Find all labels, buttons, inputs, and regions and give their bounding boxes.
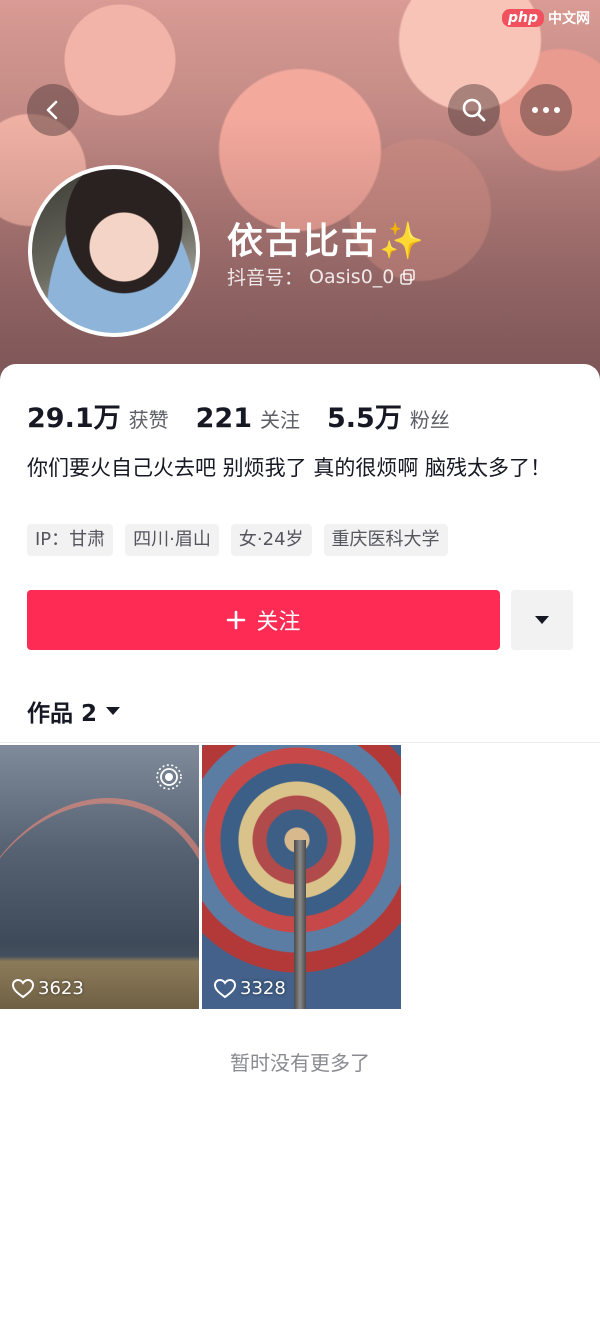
works-title-label: 作品 2 bbox=[27, 701, 98, 727]
video-thumbnail-2[interactable]: 3328 bbox=[202, 745, 401, 1009]
search-icon bbox=[462, 98, 486, 122]
stats-row: 29.1万 获赞 221 关注 5.5万 粉丝 bbox=[27, 396, 477, 435]
heart-icon bbox=[12, 978, 34, 998]
watermark-php: php bbox=[501, 9, 544, 27]
tag-ip: IP：甘肃 bbox=[27, 524, 114, 556]
watermark-site: 中文网 bbox=[548, 11, 590, 27]
stat-following-value: 221 bbox=[195, 403, 252, 434]
back-button[interactable] bbox=[27, 84, 79, 136]
douyin-id[interactable]: 抖音号： Oasis0_0 bbox=[227, 263, 416, 290]
caret-down-icon bbox=[535, 616, 549, 624]
tag-gender-age: 女·24岁 bbox=[230, 524, 312, 556]
no-more-text: 暂时没有更多了 bbox=[230, 1051, 370, 1075]
bio-text: 你们要火自己火去吧 别烦我了 真的很烦啊 脑残太多了！ bbox=[27, 456, 552, 480]
plus-icon bbox=[227, 610, 246, 630]
works-tab[interactable]: 作品 2 bbox=[27, 694, 121, 728]
stat-followers-value: 5.5万 bbox=[327, 403, 402, 434]
video-likes: 3328 bbox=[214, 978, 286, 999]
prayer-flag-pole-image bbox=[294, 840, 306, 1009]
follow-button-label: 关注 bbox=[256, 610, 301, 635]
stat-likes-value: 29.1万 bbox=[27, 403, 121, 434]
video-likes: 3623 bbox=[12, 978, 84, 999]
tag-location[interactable]: 四川·眉山 bbox=[125, 524, 219, 556]
avatar[interactable] bbox=[28, 165, 200, 337]
back-arrow-icon bbox=[46, 100, 58, 120]
stat-following-label: 关注 bbox=[260, 408, 300, 432]
divider bbox=[0, 742, 600, 743]
username: 依古比古✨ bbox=[227, 221, 426, 262]
follow-button[interactable]: 关注 bbox=[27, 590, 500, 650]
douyin-id-label: 抖音号： bbox=[227, 267, 304, 289]
live-icon bbox=[156, 764, 182, 790]
video-likes-count: 3328 bbox=[240, 978, 286, 999]
tag-list: IP：甘肃 四川·眉山 女·24岁 重庆医科大学 bbox=[27, 524, 448, 556]
heart-icon bbox=[214, 978, 236, 998]
profile-card: 29.1万 获赞 221 关注 5.5万 粉丝 你们要火自己火去吧 别烦我了 真… bbox=[0, 364, 600, 1321]
more-dots-icon bbox=[532, 107, 560, 113]
copy-icon[interactable] bbox=[400, 268, 416, 285]
stat-followers-label: 粉丝 bbox=[409, 408, 450, 432]
stat-likes[interactable]: 29.1万 获赞 bbox=[27, 396, 169, 435]
rainbow-image bbox=[0, 762, 199, 1009]
video-likes-count: 3623 bbox=[38, 978, 84, 999]
caret-down-icon bbox=[106, 707, 121, 715]
works-grid: 3623 3328 bbox=[0, 745, 401, 1009]
search-button[interactable] bbox=[448, 84, 500, 136]
douyin-id-value: Oasis0_0 bbox=[309, 265, 395, 288]
stat-followers[interactable]: 5.5万 粉丝 bbox=[327, 396, 450, 435]
watermark-logo: php 中文网 bbox=[501, 8, 590, 28]
stat-likes-label: 获赞 bbox=[128, 408, 169, 432]
stat-following[interactable]: 221 关注 bbox=[196, 403, 300, 434]
recommend-dropdown-button[interactable] bbox=[511, 590, 573, 650]
more-options-button[interactable] bbox=[520, 84, 572, 136]
video-thumbnail-1[interactable]: 3623 bbox=[0, 745, 199, 1009]
tag-school[interactable]: 重庆医科大学 bbox=[323, 524, 448, 556]
